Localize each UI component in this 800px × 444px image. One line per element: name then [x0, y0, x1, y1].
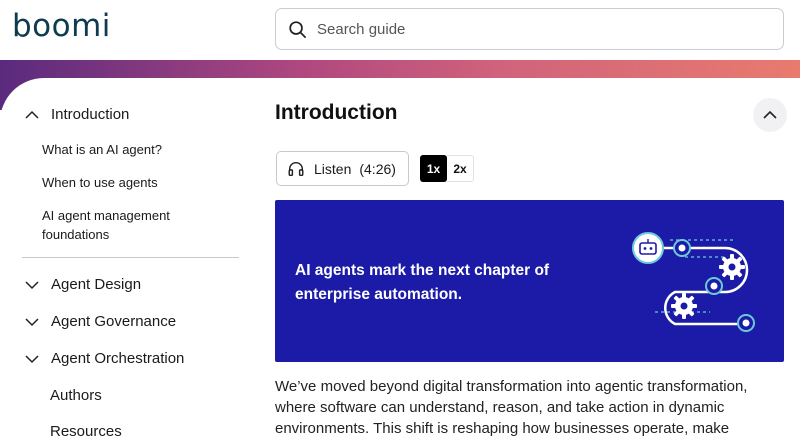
chevron-down-icon [25, 317, 39, 326]
banner-headline-line2: enterprise automation. [295, 286, 463, 303]
gear-icon [671, 293, 697, 319]
listen-duration: (4:26) [359, 160, 396, 177]
robot-icon [632, 232, 664, 264]
boomi-logo[interactable]: boomi [12, 8, 111, 44]
sidebar-item-ai-agent-management-cont[interactable]: foundations [42, 225, 109, 244]
banner-headline-line1: AI agents mark the next chapter of [295, 262, 550, 279]
sidebar-link-resources[interactable]: Resources [50, 423, 122, 440]
sidebar-section-label: Agent Orchestration [51, 350, 185, 367]
page-title: Introduction [275, 101, 398, 124]
sidebar-item-ai-agent-management[interactable]: AI agent management [42, 206, 170, 225]
sidebar-section-label: Introduction [51, 106, 130, 123]
sidebar-item-when-to-use-agents[interactable]: When to use agents [42, 173, 158, 192]
hero-banner: AI agents mark the next chapter of enter… [275, 200, 784, 362]
chevron-down-icon [25, 354, 39, 363]
listen-button[interactable]: Listen (4:26) [276, 151, 409, 186]
chevron-up-icon [763, 110, 777, 119]
collapse-section-button[interactable] [753, 98, 787, 132]
chevron-up-icon [25, 110, 39, 119]
sidebar-section-label: Agent Governance [51, 313, 177, 330]
headphones-icon [288, 161, 304, 176]
sidebar-link-authors[interactable]: Authors [50, 387, 102, 404]
sidebar-section-agent-design[interactable]: Agent Design [24, 276, 141, 293]
search-input[interactable] [317, 20, 757, 38]
intro-paragraph: We’ve moved beyond digital transformatio… [275, 376, 785, 439]
paragraph-line: environments. This shift is reshaping ho… [275, 420, 730, 437]
chevron-down-icon [25, 280, 39, 289]
sidebar-section-label: Agent Design [51, 276, 142, 293]
node-icon [705, 277, 723, 295]
search-box[interactable] [275, 8, 784, 50]
sidebar-section-agent-orchestration[interactable]: Agent Orchestration [24, 350, 184, 367]
node-icon [673, 239, 691, 257]
listen-label: Listen [314, 160, 352, 177]
sidebar-section-introduction[interactable]: Introduction [24, 106, 129, 123]
sidebar-section-agent-governance[interactable]: Agent Governance [24, 313, 176, 330]
sidebar-divider [22, 257, 239, 258]
node-icon [737, 314, 755, 332]
banner-headline: AI agents mark the next chapter of enter… [295, 259, 595, 307]
search-icon [289, 20, 306, 38]
top-header: boomi [0, 0, 800, 60]
paragraph-line: where software can understand, reason, a… [275, 399, 725, 416]
workflow-illustration [632, 232, 755, 332]
gear-icon [719, 254, 745, 280]
sidebar-item-what-is-ai-agent[interactable]: What is an AI agent? [42, 140, 162, 159]
paragraph-line: We’ve moved beyond digital transformatio… [275, 378, 748, 395]
speed-2x-button[interactable]: 2x [447, 155, 474, 182]
speed-1x-button[interactable]: 1x [420, 155, 447, 182]
